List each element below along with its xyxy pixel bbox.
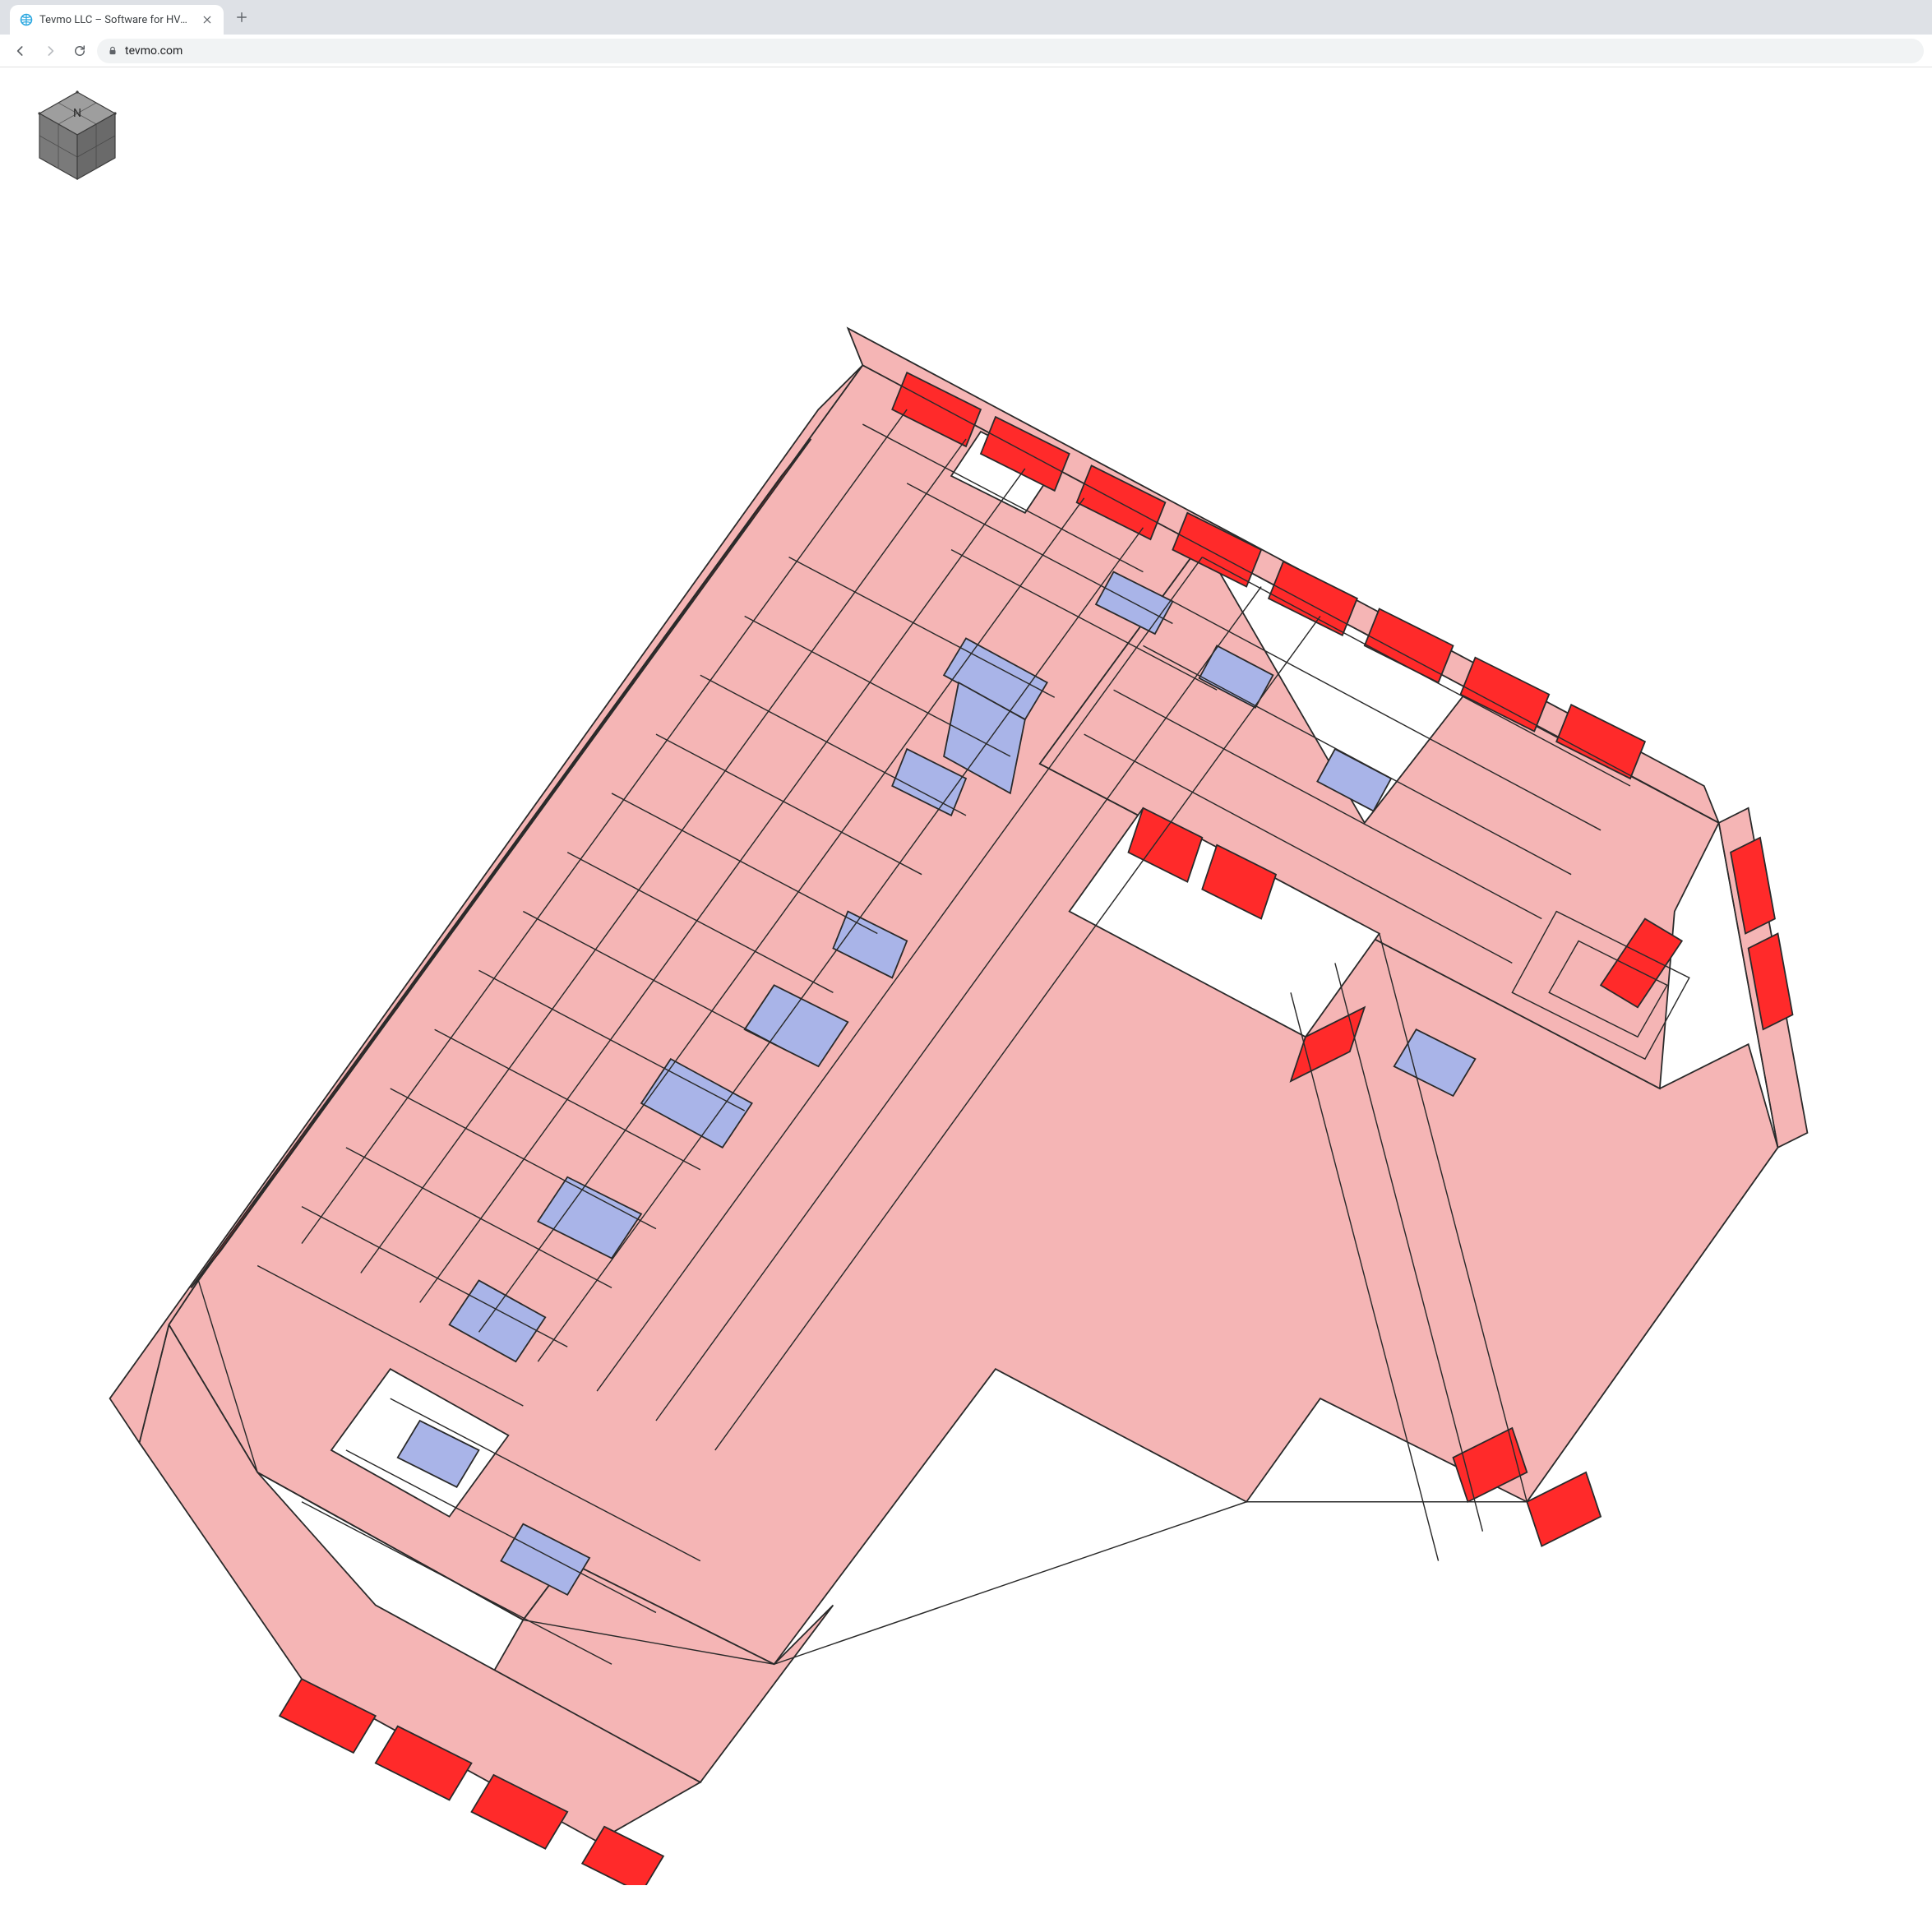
toolbar: tevmo.com [0,35,1932,67]
browser-tab-active[interactable]: Tevmo LLC – Software for HVACR [10,5,224,35]
nav-reload-button[interactable] [67,39,92,63]
model-canvas[interactable]: .fl { fill:#f5b5b5; stroke:#2a2a2a; stro… [0,67,1932,1932]
tab-close-icon[interactable] [201,13,214,26]
tab-bar: Tevmo LLC – Software for HVACR [0,0,1932,35]
new-tab-button[interactable] [230,6,253,29]
address-url-text: tevmo.com [125,44,183,58]
tab-title: Tevmo LLC – Software for HVACR [39,14,194,26]
nav-forward-button[interactable] [38,39,62,63]
address-bar[interactable]: tevmo.com [97,39,1924,63]
viewer-viewport[interactable]: N .fl { fill:#f5b5b5; stroke:#2a2a2a; st… [0,67,1932,1932]
lock-icon [107,45,118,57]
browser-chrome: Tevmo LLC – Software for HVACR tevmo.com [0,0,1932,67]
model-body[interactable] [110,328,1808,1885]
tab-favicon-icon [20,13,33,26]
nav-back-button[interactable] [8,39,33,63]
